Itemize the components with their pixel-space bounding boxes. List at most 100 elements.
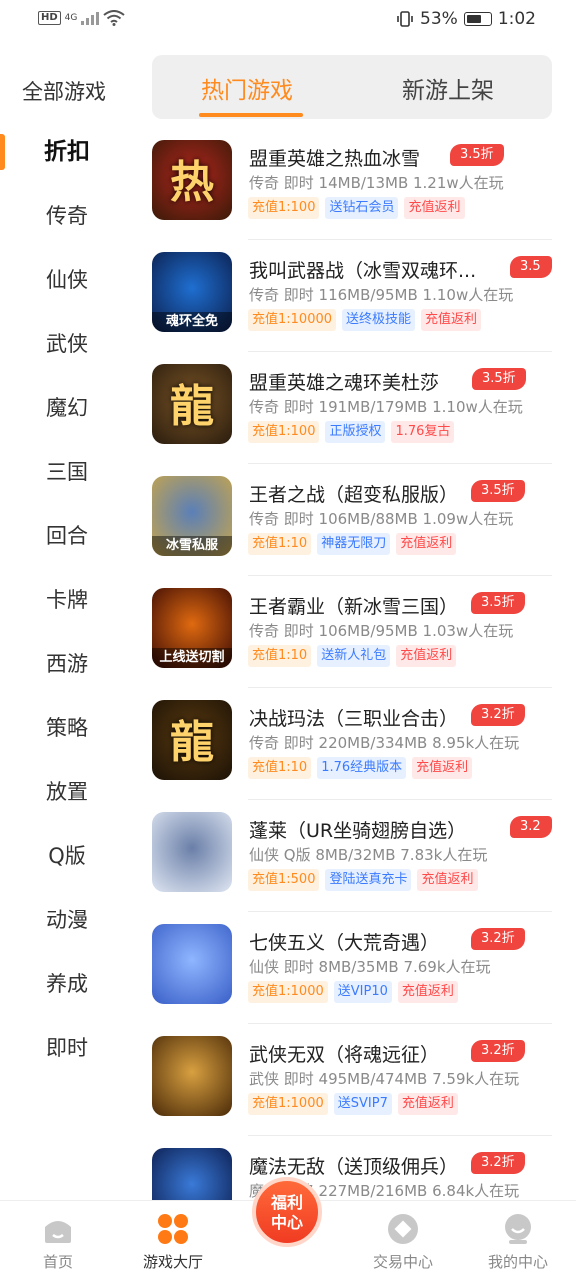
vibrate-icon	[397, 11, 413, 27]
game-icon[interactable]	[152, 1148, 232, 1200]
tab-hot-games[interactable]: 热门游戏	[201, 71, 293, 105]
welfare-line2: 中心	[270, 1213, 303, 1232]
sidebar-category-item[interactable]: 回合	[0, 504, 134, 568]
game-meta: 武侠 即时 495MB/474MB 7.59k人在玩	[249, 1070, 520, 1088]
game-list[interactable]: 热血盟重英雄之热血冰雪3.5折传奇 即时 14MB/13MB 1.21w人在玩充…	[152, 128, 576, 1200]
game-icon-caption: 冰雪私服	[152, 536, 232, 556]
game-icon[interactable]	[152, 812, 232, 892]
discount-badge: 3.2折	[471, 928, 525, 950]
signal-icon	[81, 12, 100, 25]
game-list-item[interactable]: 热血 盟重英雄之热血冰雪 3.5折传奇 即时 14MB/13MB 1.21w人在玩充…	[152, 128, 552, 240]
game-tag: 充值1:100	[248, 197, 320, 219]
discount-badge: 3.5折	[471, 592, 525, 614]
discount-badge: 3.5折	[471, 480, 525, 502]
wifi-icon	[103, 10, 125, 26]
game-tag: 充值1:10	[248, 757, 312, 779]
tab-new-games[interactable]: 新游上架	[402, 71, 494, 105]
game-title: 七侠五义（大荒奇遇）	[249, 932, 440, 954]
game-tag: 充值返利	[397, 1093, 458, 1115]
game-list-item[interactable]: 魔法无敌（送顶级佣兵） 3.2折 魔幻 策略 227MB/216MB 6.84k人在…	[152, 1136, 552, 1200]
game-tag: 送SVIP7	[333, 1093, 392, 1115]
discount-badge: 3.2折	[471, 1040, 525, 1062]
sidebar-category-item[interactable]: 魔幻	[0, 376, 134, 440]
game-icon[interactable]: 魂环全免	[152, 252, 232, 332]
game-tag: 充值返利	[396, 533, 457, 555]
game-icon-art-text: 龍	[170, 381, 214, 432]
game-list-item[interactable]: 龍 决战玛法（三职业合击） 3.2折传奇 即时 220MB/334MB 8.95k人…	[152, 688, 552, 800]
game-tags: 充值1:10 1.76经典版本 充值返利	[248, 757, 473, 779]
game-tags: 充值1:1000 送SVIP7 充值返利	[248, 1093, 458, 1115]
game-list-item[interactable]: 魂环全免 我叫武器战（冰雪双魂环... 3.5折 传奇 即时 116MB/95MB 1…	[152, 240, 552, 352]
game-tag: 神器无限刀	[317, 533, 391, 555]
game-tag: 送终极技能	[342, 309, 416, 331]
game-icon-art-text: 热血	[170, 157, 214, 208]
discount-badge: 3.2折	[471, 704, 525, 726]
game-icon[interactable]: 冰雪私服	[152, 476, 232, 556]
hd-indicator: HD	[38, 11, 61, 25]
game-tag: 充值1:10	[248, 645, 312, 667]
game-list-item[interactable]: 武侠无双（将魂远征） 3.2折武侠 即时 495MB/474MB 7.59k人在玩…	[152, 1024, 552, 1136]
sidebar-category-item[interactable]: 养成	[0, 952, 134, 1016]
game-icon-caption: 上线送切割	[152, 648, 232, 668]
nav-game-hall-label: 游戏大厅	[142, 1253, 203, 1271]
sidebar-category-item[interactable]: 西游	[0, 632, 134, 696]
game-list-item[interactable]: 冰雪私服 王者之战（超变私服版） 3.5折 传奇 即时 106MB/88MB 1.09…	[152, 464, 552, 576]
game-icon[interactable]: 上线送切割	[152, 588, 232, 668]
sidebar-category-item[interactable]: 策略	[0, 696, 134, 760]
game-title: 决战玛法（三职业合击）	[249, 708, 459, 730]
sidebar-category-item[interactable]: 放置	[0, 760, 134, 824]
game-icon-caption: 魂环全免	[152, 312, 232, 332]
nav-home-label: 首页	[42, 1253, 73, 1271]
game-tag: 登陆送真充卡	[325, 869, 412, 891]
game-tag: 充值返利	[397, 981, 458, 1003]
sidebar-category-item[interactable]: 卡牌	[0, 568, 134, 632]
sidebar-category-item[interactable]: 三国	[0, 440, 134, 504]
game-meta: 仙侠 Q版 8MB/32MB 7.83k人在玩	[249, 846, 488, 864]
sidebar-category-item[interactable]: 动漫	[0, 888, 134, 952]
game-icon[interactable]: 热血	[152, 140, 232, 220]
game-hall-icon	[158, 1214, 188, 1244]
game-tag: 1.76复古	[391, 421, 455, 443]
welfare-line1: 福利	[270, 1193, 303, 1212]
sidebar-category-item[interactable]: 即时	[0, 1016, 134, 1080]
game-tag: 充值返利	[421, 309, 482, 331]
sidebar-category-item[interactable]: 武侠	[0, 312, 134, 376]
game-icon[interactable]	[152, 1036, 232, 1116]
game-tags: 充值1:1000 送VIP10 充值返利	[248, 981, 458, 1003]
sidebar-category-item[interactable]: 折扣	[0, 120, 134, 184]
game-tag: 充值1:1000	[248, 1093, 328, 1115]
game-tag: 1.76经典版本	[317, 757, 407, 779]
welfare-center-button[interactable]: 福利 中心	[252, 1177, 322, 1247]
game-icon[interactable]: 龍	[152, 364, 232, 444]
nav-home[interactable]: 首页	[3, 1201, 113, 1272]
all-games-label[interactable]: 全部游戏	[22, 76, 106, 106]
game-tags: 充值1:10 送新人礼包 充值返利	[248, 645, 457, 667]
game-icon[interactable]: 龍	[152, 700, 232, 780]
game-list-item[interactable]: 七侠五义（大荒奇遇） 3.2折 仙侠 即时 8MB/35MB 7.69k人在玩 充值1…	[152, 912, 552, 1024]
game-list-item[interactable]: 龍 盟重英雄之魂环美杜莎 3.5折 传奇 即时 191MB/179MB 1.10w人在…	[152, 352, 552, 464]
game-title: 武侠无双（将魂远征）	[249, 1044, 440, 1066]
game-title: 王者霸业（新冰雪三国）	[249, 596, 459, 618]
discount-badge: 3.5折	[450, 144, 504, 166]
sidebar-category-item[interactable]: 传奇	[0, 184, 134, 248]
game-tag: 充值1:10	[248, 533, 312, 555]
network-type: 4G	[64, 13, 78, 23]
game-meta: 传奇 即时 220MB/334MB 8.95k人在玩	[249, 734, 520, 752]
nav-my-center[interactable]: 我的中心	[463, 1201, 573, 1272]
sidebar-category-item[interactable]: 仙侠	[0, 248, 134, 312]
game-tag: 充值1:1000	[248, 981, 328, 1003]
status-left: HD 4G	[38, 10, 125, 26]
clock: 1:02	[497, 9, 536, 29]
game-list-item[interactable]: 上线送切割 王者霸业（新冰雪三国） 3.5折 传奇 即时 106MB/95MB 1.0…	[152, 576, 552, 688]
sidebar-category-item[interactable]: Q版	[0, 824, 134, 888]
game-meta: 传奇 即时 116MB/95MB 1.10w人在玩	[249, 286, 514, 304]
nav-mine-label: 我的中心	[487, 1253, 548, 1271]
game-icon[interactable]	[152, 924, 232, 1004]
nav-game-hall[interactable]: 游戏大厅	[118, 1201, 228, 1272]
game-list-item[interactable]: 蓬莱（UR坐骑翅膀自选） 3.2折 仙侠 Q版 8MB/32MB 7.83k人在玩充…	[152, 800, 552, 912]
battery-icon	[463, 12, 492, 26]
game-icon-art-text: 龍	[170, 717, 214, 768]
battery-percent: 53%	[420, 9, 458, 29]
game-tags: 充值1:100 送钻石会员 充值返利	[248, 197, 465, 219]
nav-trade-center[interactable]: 交易中心	[348, 1201, 458, 1272]
